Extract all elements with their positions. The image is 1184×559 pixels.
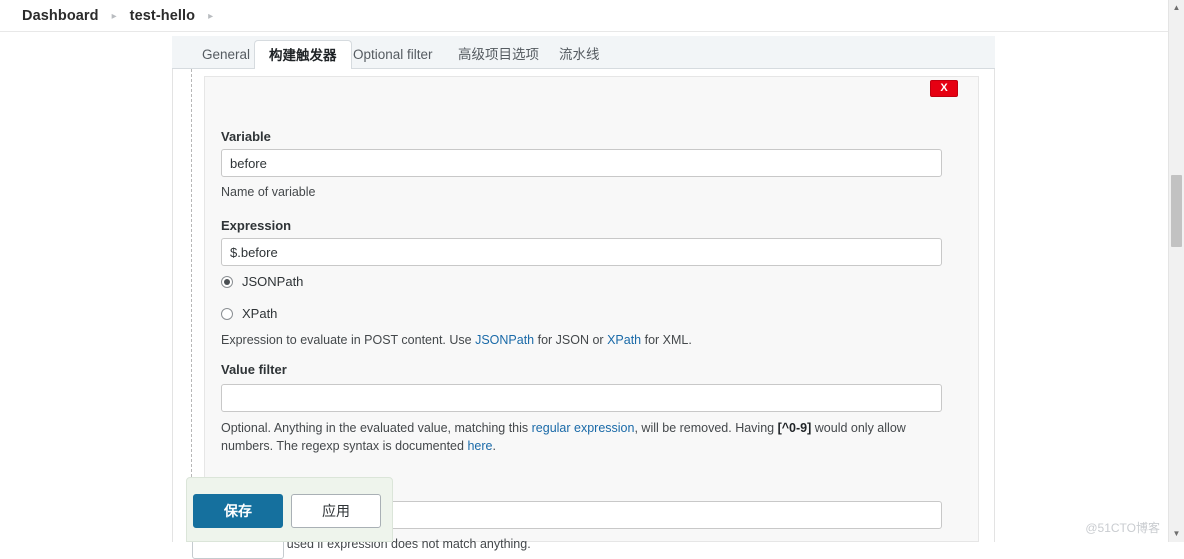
variable-label: Variable bbox=[221, 129, 271, 144]
tab-advanced-options[interactable]: 高级项目选项 bbox=[444, 41, 553, 69]
expression-type-xpath[interactable]: XPath bbox=[221, 306, 277, 321]
value-filter-help-part4: . bbox=[492, 439, 496, 453]
regular-expression-link[interactable]: regular expression bbox=[532, 421, 635, 435]
expression-help-part3: for XML. bbox=[641, 333, 692, 347]
value-filter-help-regex: [^0-9] bbox=[777, 421, 812, 435]
radio-jsonpath-label: JSONPath bbox=[242, 274, 304, 289]
floating-action-bar: 保存 应用 bbox=[186, 477, 393, 542]
tab-build-triggers[interactable]: 构建触发器 bbox=[254, 40, 352, 70]
scroll-down-arrow-icon[interactable]: ▼ bbox=[1169, 526, 1184, 542]
breadcrumb-item-test-hello[interactable]: test-hello bbox=[130, 8, 195, 24]
page-scrollbar[interactable]: ▲ ▼ bbox=[1168, 0, 1184, 542]
expression-help-part1: Expression to evaluate in POST content. … bbox=[221, 333, 476, 347]
breadcrumb: Dashboard ▸ test-hello ▸ bbox=[0, 0, 1184, 32]
breadcrumb-separator-icon: ▸ bbox=[111, 10, 117, 22]
here-link[interactable]: here bbox=[467, 439, 492, 453]
panel-dashed-rail bbox=[191, 69, 192, 542]
jsonpath-link[interactable]: JSONPath bbox=[475, 333, 534, 347]
watermark: @51CTO博客 bbox=[1085, 521, 1160, 535]
save-button[interactable]: 保存 bbox=[193, 494, 283, 528]
value-filter-help-part1: Optional. Anything in the evaluated valu… bbox=[221, 421, 532, 435]
config-tabbar: General 构建触发器 Optional filter 高级项目选项 流水线 bbox=[172, 36, 995, 70]
variable-input[interactable] bbox=[221, 149, 942, 177]
breadcrumb-item-dashboard[interactable]: Dashboard bbox=[22, 8, 99, 24]
radio-xpath-label: XPath bbox=[242, 306, 278, 321]
radio-xpath-icon[interactable] bbox=[221, 307, 233, 320]
post-content-parameter-block: X Variable Name of variable Expression J… bbox=[204, 76, 979, 551]
radio-jsonpath-icon[interactable] bbox=[221, 275, 233, 288]
remove-parameter-button[interactable]: X bbox=[930, 80, 958, 97]
expression-help: Expression to evaluate in POST content. … bbox=[221, 331, 961, 349]
expression-input[interactable] bbox=[221, 238, 942, 266]
expression-help-part2: for JSON or bbox=[534, 333, 608, 347]
xpath-link[interactable]: XPath bbox=[607, 333, 641, 347]
tab-pipeline[interactable]: 流水线 bbox=[545, 41, 614, 69]
value-filter-input[interactable] bbox=[221, 384, 942, 412]
variable-help: Name of variable bbox=[221, 185, 316, 199]
apply-button[interactable]: 应用 bbox=[291, 494, 381, 528]
expression-type-jsonpath[interactable]: JSONPath bbox=[221, 274, 303, 289]
config-panel: X Variable Name of variable Expression J… bbox=[172, 69, 995, 551]
tab-optional-filter[interactable]: Optional filter bbox=[339, 41, 447, 69]
tab-general[interactable]: General bbox=[188, 41, 264, 69]
scrollbar-thumb[interactable] bbox=[1171, 175, 1182, 247]
value-filter-help-part2: , will be removed. Having bbox=[634, 421, 778, 435]
page-content: General 构建触发器 Optional filter 高级项目选项 流水线… bbox=[0, 32, 1170, 551]
breadcrumb-separator-icon: ▸ bbox=[208, 10, 214, 22]
expression-label: Expression bbox=[221, 218, 292, 233]
scroll-up-arrow-icon[interactable]: ▲ bbox=[1169, 0, 1184, 16]
value-filter-help: Optional. Anything in the evaluated valu… bbox=[221, 419, 961, 455]
value-filter-label: Value filter bbox=[221, 362, 287, 377]
